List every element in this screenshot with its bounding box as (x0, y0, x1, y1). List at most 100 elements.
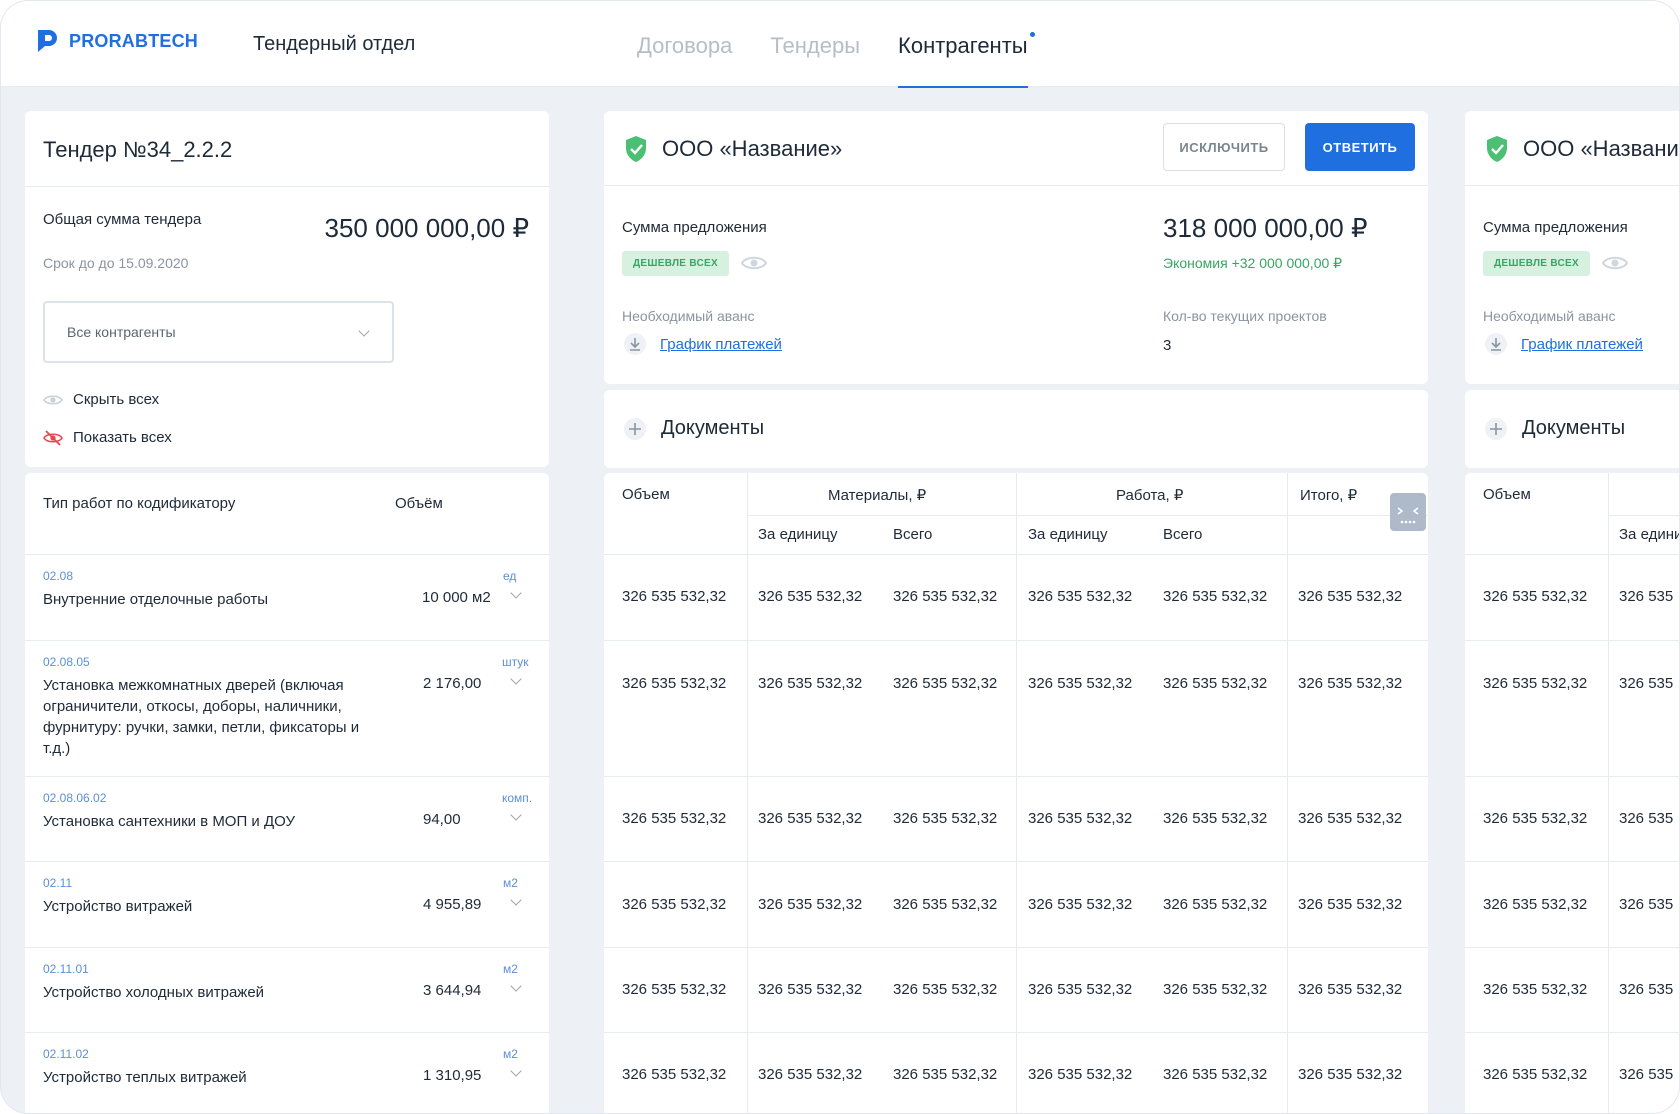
work-row[interactable]: 02.11 Устройство витражей 4 955,89 м2 (25, 862, 549, 948)
payment-schedule-link[interactable]: График платежей (1485, 333, 1643, 355)
work-row[interactable]: 02.11.02 Устройство теплых витражей 1 31… (25, 1033, 549, 1113)
cell-materials-unit: 326 535 532,32 (758, 810, 863, 827)
work-code: 02.08 (43, 569, 74, 583)
cell-materials-unit: 326 535 532,32 (758, 675, 863, 692)
cell-work-unit: 326 535 532,32 (1028, 588, 1133, 605)
app-window: PRORABTECH Тендерный отдел Договора Тенд… (0, 0, 1680, 1114)
documents-label: Документы (1522, 417, 1626, 439)
cell-materials-unit: 326 535 (1619, 1066, 1674, 1083)
eye-icon[interactable] (1602, 254, 1628, 272)
download-icon (624, 333, 646, 355)
sub-col-total: Всего (1163, 526, 1203, 543)
cell-volume: 326 535 532,32 (622, 675, 727, 692)
cell-volume: 326 535 532,32 (1483, 1066, 1588, 1083)
work-row[interactable]: 02.11.01 Устройство холодных витражей 3 … (25, 948, 549, 1033)
cell-volume: 326 535 532,32 (622, 810, 727, 827)
select-value: Все контрагенты (67, 324, 176, 340)
divider (1465, 185, 1679, 186)
plus-icon[interactable] (624, 418, 646, 440)
work-title: Устройство холодных витражей (43, 984, 265, 1001)
work-volume: 10 000 м2 (422, 589, 491, 606)
cell-materials-total: 326 535 532,32 (893, 810, 998, 827)
documents-card-2[interactable]: Документы (1465, 390, 1679, 468)
cell-materials-unit: 326 535 (1619, 810, 1674, 827)
contractor-filter-select[interactable]: Все контрагенты (43, 301, 394, 363)
cell-work-unit: 326 535 532,32 (1028, 1066, 1133, 1083)
chevron-down-icon[interactable] (510, 1065, 522, 1077)
cell-materials-total: 326 535 532,32 (893, 896, 998, 913)
main-nav: Договора Тендеры Контрагенты (637, 1, 1066, 88)
work-volume: 94,00 (423, 811, 461, 828)
hide-all-button[interactable]: Скрыть всех (43, 391, 159, 408)
chevron-down-icon[interactable] (510, 809, 522, 821)
exclude-button[interactable]: ИСКЛЮЧИТЬ (1163, 123, 1285, 171)
advance-label: Необходимый аванс (622, 308, 755, 324)
cell-work-unit: 326 535 532,32 (1028, 981, 1133, 998)
divider (604, 185, 1428, 186)
tab-contractors[interactable]: Контрагенты (898, 1, 1035, 88)
work-volume: 1 310,95 (423, 1067, 482, 1084)
logo-text: PRORABTECH (69, 30, 199, 51)
offer-label: Сумма предложения (622, 219, 767, 236)
cell-total: 326 535 532,32 (1298, 981, 1403, 998)
notification-dot (1029, 32, 1035, 37)
offer-label: Сумма предложения (1483, 219, 1628, 236)
price-table-2: Объем За едини 326 535 532,32 326 535 32… (1465, 473, 1679, 1113)
chevron-down-icon[interactable] (510, 980, 522, 992)
tab-tenders[interactable]: Тендеры (770, 1, 860, 87)
hide-all-label: Скрыть всех (73, 391, 160, 408)
col-materials: Материалы, ₽ (828, 487, 927, 504)
documents-card[interactable]: Документы (604, 390, 1428, 468)
shield-check-icon (626, 136, 646, 162)
work-row[interactable]: 02.08.06.02 Установка сантехники в МОП и… (25, 777, 549, 862)
table-row: 326 535 532,32 326 535 (1465, 948, 1679, 1033)
work-title: Устройство витражей (43, 898, 193, 915)
payment-schedule-label: График платежей (660, 335, 782, 353)
shield-check-icon (1487, 136, 1507, 162)
cell-volume: 326 535 532,32 (1483, 675, 1588, 692)
price-table: Объем Материалы, ₽ Работа, ₽ Итого, ₽ За… (604, 473, 1428, 1113)
show-all-label: Показать всех (73, 429, 172, 446)
reply-button[interactable]: ОТВЕТИТЬ (1305, 123, 1415, 171)
projects-label: Кол-во текущих проектов (1163, 308, 1327, 324)
tender-total-value: 350 000 000,00 ₽ (324, 213, 530, 243)
cell-work-total: 326 535 532,32 (1163, 588, 1268, 605)
table-row: 326 535 532,32 326 535 532,32 326 535 53… (604, 555, 1428, 641)
cell-total: 326 535 532,32 (1298, 675, 1403, 692)
work-row[interactable]: 02.08 Внутренние отделочные работы 10 00… (25, 555, 549, 641)
work-title: Установка сантехники в МОП и ДОУ (43, 813, 295, 830)
cell-materials-total: 326 535 532,32 (893, 675, 998, 692)
advance-label: Необходимый аванс (1483, 308, 1616, 324)
cell-work-unit: 326 535 532,32 (1028, 675, 1133, 692)
documents-label: Документы (661, 417, 765, 439)
plus-icon[interactable] (1485, 418, 1507, 440)
show-all-button[interactable]: Показать всех (43, 429, 172, 446)
chevron-down-icon[interactable] (510, 587, 522, 599)
works-col-volume: Объём (395, 495, 443, 512)
work-unit: ед (503, 569, 517, 583)
divider (747, 515, 1428, 516)
logo[interactable]: PRORABTECH (37, 29, 198, 53)
chevron-down-icon[interactable] (510, 673, 522, 685)
table-row: 326 535 532,32 326 535 (1465, 641, 1679, 777)
tender-title: Тендер №34_2.2.2 (43, 137, 233, 162)
cell-volume: 326 535 532,32 (622, 1066, 727, 1083)
table-row: 326 535 532,32 326 535 (1465, 777, 1679, 862)
work-code: 02.11.01 (43, 962, 89, 976)
eye-icon[interactable] (741, 254, 767, 272)
work-volume: 4 955,89 (423, 896, 482, 913)
cell-materials-unit: 326 535 (1619, 981, 1674, 998)
work-unit: м2 (503, 876, 518, 890)
contractor-name: ООО «Название» (1523, 136, 1679, 161)
tab-contracts[interactable]: Договора (637, 1, 732, 87)
payment-schedule-link[interactable]: График платежей (624, 333, 782, 355)
cell-materials-total: 326 535 532,32 (893, 1066, 998, 1083)
work-row[interactable]: 02.08.05 Установка межкомнатных дверей (… (25, 641, 549, 777)
cell-total: 326 535 532,32 (1298, 810, 1403, 827)
work-volume: 2 176,00 (423, 675, 482, 692)
chevron-down-icon[interactable] (510, 894, 522, 906)
tender-total-label: Общая сумма тендера (43, 211, 202, 228)
cell-materials-unit: 326 535 (1619, 896, 1674, 913)
table-row: 326 535 532,32 326 535 (1465, 862, 1679, 948)
expand-columns-button[interactable] (1390, 493, 1426, 531)
